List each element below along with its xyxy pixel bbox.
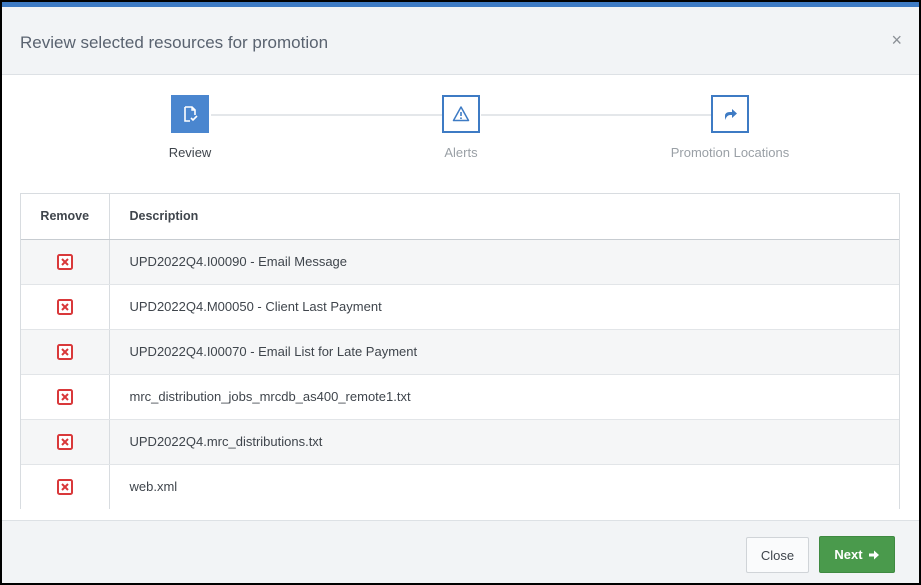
table-row: UPD2022Q4.I00070 - Email List for Late P… <box>21 329 899 375</box>
step-promotion-locations[interactable]: Promotion Locations <box>650 95 810 160</box>
column-header-description: Description <box>109 194 899 240</box>
step-review-label: Review <box>168 145 212 160</box>
arrow-right-icon <box>868 549 880 561</box>
table-row: UPD2022Q4.M00050 - Client Last Payment <box>21 284 899 330</box>
next-button-label: Next <box>834 547 863 562</box>
table-row: UPD2022Q4.mrc_distributions.txt <box>21 419 899 465</box>
next-button[interactable]: Next <box>819 536 895 573</box>
dialog-title: Review selected resources for promotion <box>20 33 329 52</box>
resource-description: UPD2022Q4.M00050 - Client Last Payment <box>109 284 899 330</box>
resource-description: UPD2022Q4.mrc_distributions.txt <box>109 419 899 465</box>
step-alerts[interactable]: Alerts <box>381 95 541 160</box>
column-header-remove: Remove <box>21 194 110 240</box>
resource-description: web.xml <box>109 464 899 509</box>
close-button[interactable]: Close <box>746 537 809 573</box>
remove-icon[interactable] <box>56 479 73 496</box>
warning-triangle-icon <box>442 95 480 133</box>
resource-description: UPD2022Q4.I00070 - Email List for Late P… <box>109 329 899 375</box>
table-row: UPD2022Q4.I00090 - Email Message <box>21 239 899 285</box>
step-review[interactable]: Review <box>110 95 270 160</box>
remove-icon[interactable] <box>56 298 73 315</box>
promotion-dialog: Review selected resources for promotion … <box>2 2 919 583</box>
wizard-steps: Review Alerts Promotion Locations <box>2 90 919 170</box>
resources-table: Remove Description UPD2022Q4.I00090 - Em… <box>20 193 900 509</box>
remove-icon[interactable] <box>56 388 73 405</box>
step-promotion-locations-label: Promotion Locations <box>670 145 790 160</box>
resource-description: mrc_distribution_jobs_mrcdb_as400_remote… <box>109 374 899 420</box>
dialog-header: Review selected resources for promotion … <box>2 7 919 75</box>
table-row: web.xml <box>21 464 899 509</box>
dialog-footer: Close Next <box>2 520 919 583</box>
share-arrow-icon <box>711 95 749 133</box>
close-icon[interactable]: × <box>891 31 902 49</box>
review-document-icon <box>171 95 209 133</box>
table-row: mrc_distribution_jobs_mrcdb_as400_remote… <box>21 374 899 420</box>
remove-icon[interactable] <box>56 433 73 450</box>
table-header-row: Remove Description <box>21 194 899 240</box>
resource-description: UPD2022Q4.I00090 - Email Message <box>109 239 899 285</box>
remove-icon[interactable] <box>56 343 73 360</box>
step-alerts-label: Alerts <box>444 145 478 160</box>
remove-icon[interactable] <box>56 253 73 270</box>
